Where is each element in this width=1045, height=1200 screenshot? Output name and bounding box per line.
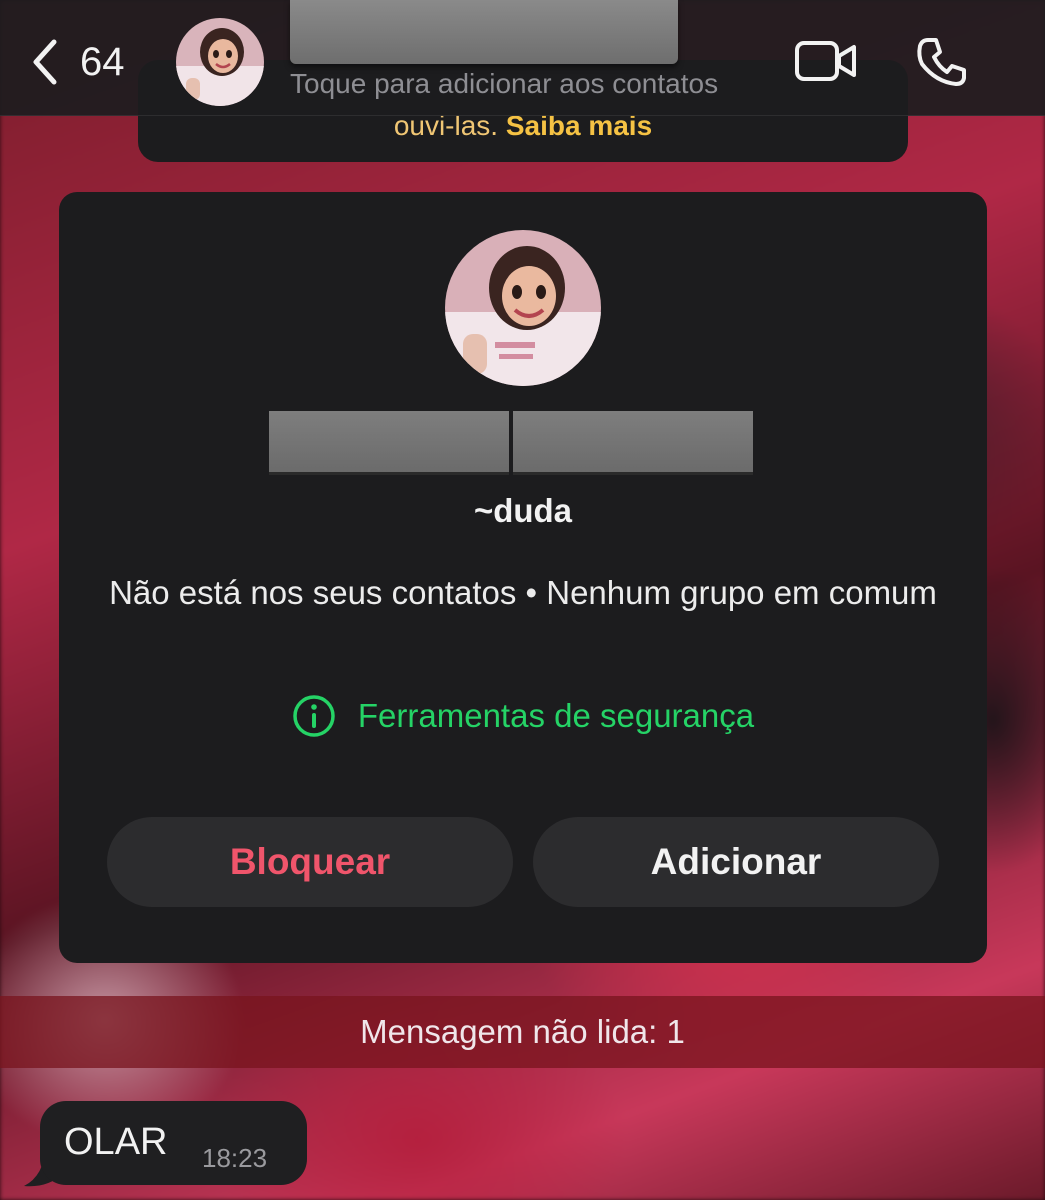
unknown-contact-card: ~duda Não está nos seus contatos • Nenhu…	[59, 192, 987, 963]
back-button[interactable]: 64	[28, 36, 125, 88]
contact-name-redacted	[290, 0, 678, 64]
contact-status-text: Não está nos seus contatos • Nenhum grup…	[109, 574, 937, 611]
incoming-message-bubble[interactable]: OLAR 18:23	[40, 1101, 307, 1185]
safety-tools-link[interactable]: Ferramentas de segurança	[59, 694, 987, 738]
chevron-left-icon	[33, 39, 57, 85]
profile-photo	[445, 230, 601, 386]
contact-pushname: ~duda	[473, 492, 573, 529]
video-camera-icon[interactable]	[794, 38, 858, 84]
chat-header: 64 Toque para adicionar aos contatos	[0, 0, 1045, 116]
message-timestamp: 18:23	[202, 1143, 268, 1173]
unread-messages-divider: Mensagem não lida: 1	[0, 996, 1045, 1068]
profile-photo	[176, 18, 264, 106]
phone-number-redacted	[269, 411, 753, 475]
info-circle-icon	[293, 695, 335, 737]
block-button[interactable]: Bloquear	[107, 817, 513, 907]
add-contact-button[interactable]: Adicionar	[533, 817, 939, 907]
avatar[interactable]	[176, 18, 264, 106]
phone-icon[interactable]	[914, 34, 970, 90]
safety-tools-label: Ferramentas de segurança	[357, 697, 755, 734]
add-to-contacts-hint[interactable]: Toque para adicionar aos contatos	[290, 68, 718, 100]
contact-avatar[interactable]	[445, 230, 601, 386]
message-text: OLAR	[64, 1121, 168, 1163]
unread-chats-count: 64	[80, 39, 125, 84]
